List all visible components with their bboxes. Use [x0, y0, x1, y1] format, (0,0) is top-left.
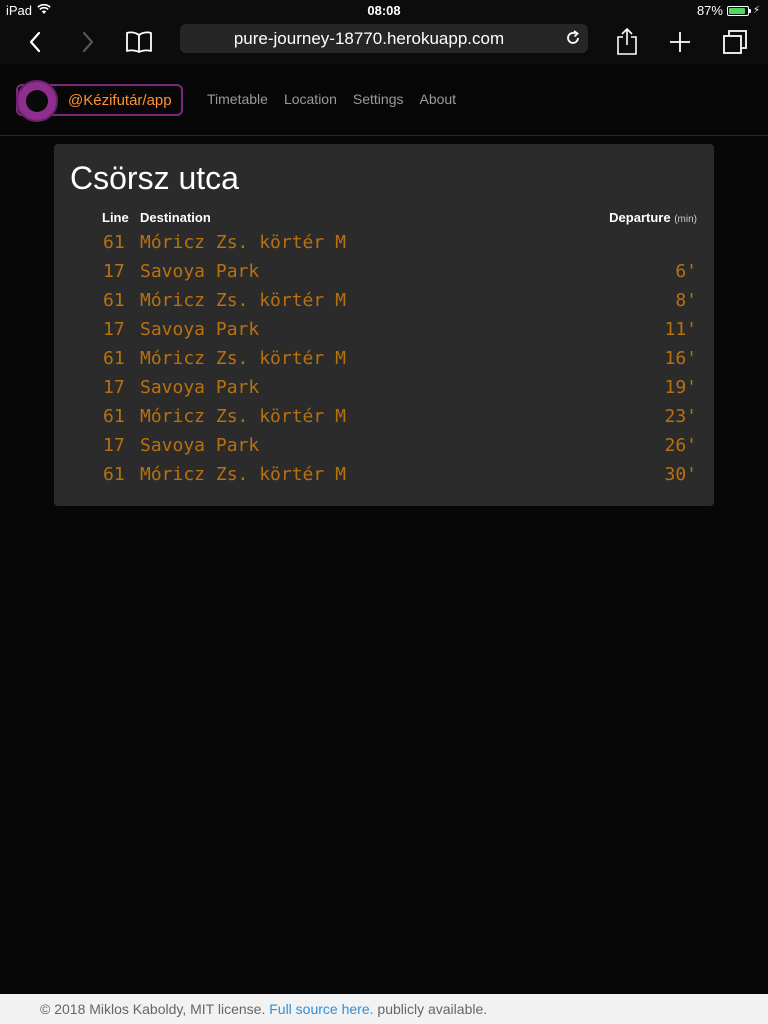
destination: Savoya Park [140, 261, 260, 282]
table-row: 17 Savoya Park 26' [54, 432, 714, 461]
line-number: 61 [103, 348, 125, 369]
table-row: 17 Savoya Park 6' [54, 258, 714, 287]
header-line: Line [102, 210, 129, 225]
clock: 08:08 [367, 3, 401, 18]
new-tab-icon[interactable] [662, 24, 698, 60]
line-number: 61 [103, 290, 125, 311]
departure-list: 61 Móricz Zs. körtér M 17 Savoya Park 6' 61… [54, 229, 714, 490]
status-right: 87% ⚡ [697, 3, 760, 18]
tabs-icon[interactable] [717, 24, 753, 60]
bookmarks-icon[interactable] [121, 24, 157, 60]
url-text: pure-journey-18770.herokuapp.com [233, 29, 505, 48]
destination: Móricz Zs. körtér M [140, 290, 346, 311]
minutes: 16' [664, 348, 697, 369]
page-footer: © 2018 Miklos Kaboldy, MIT license. Full… [0, 994, 768, 1024]
minutes: 23' [664, 406, 697, 427]
reload-icon[interactable] [564, 29, 582, 47]
status-bar: iPad 08:08 87% ⚡ [0, 0, 768, 20]
nav-location[interactable]: Location [284, 91, 337, 107]
table-header: Line Destination Departure (min) [54, 210, 714, 228]
header-unit: (min) [674, 214, 697, 225]
line-number: 17 [103, 319, 125, 340]
browser-toolbar: pure-journey-18770.herokuapp.com [0, 20, 768, 64]
table-row: 61 Móricz Zs. körtér M 23' [54, 403, 714, 432]
nav-timetable[interactable]: Timetable [207, 91, 268, 107]
header-destination: Destination [140, 210, 211, 225]
header-departure: Departure (min) [609, 210, 697, 225]
source-link[interactable]: Full source here. [269, 1001, 373, 1017]
brand-label: @Kézifutár/app [68, 92, 172, 109]
destination: Móricz Zs. körtér M [140, 406, 346, 427]
line-number: 17 [103, 435, 125, 456]
footer-text: © 2018 Miklos Kaboldy, MIT license. Full… [40, 1001, 487, 1017]
logo-icon [16, 80, 58, 122]
battery-icon [726, 5, 751, 16]
line-number: 61 [103, 406, 125, 427]
line-number: 17 [103, 377, 125, 398]
table-row: 61 Móricz Zs. körtér M 30' [54, 461, 714, 490]
app-navbar: @Kézifutár/app Timetable Location Settin… [0, 64, 768, 136]
minutes: 6' [675, 261, 697, 282]
stop-title: Csörsz utca [70, 160, 239, 196]
copyright: © 2018 Miklos Kaboldy, MIT license. [40, 1001, 266, 1017]
table-row: 61 Móricz Zs. körtér M 8' [54, 287, 714, 316]
header-departure-label: Departure [609, 210, 671, 225]
minutes: 30' [664, 464, 697, 485]
footer-suffix: publicly available. [377, 1001, 488, 1017]
table-row: 61 Móricz Zs. körtér M 16' [54, 345, 714, 374]
destination: Móricz Zs. körtér M [140, 464, 346, 485]
destination: Móricz Zs. körtér M [140, 348, 346, 369]
address-bar[interactable]: pure-journey-18770.herokuapp.com [180, 24, 588, 53]
line-number: 61 [103, 464, 125, 485]
minutes: 19' [664, 377, 697, 398]
line-number: 61 [103, 232, 125, 253]
share-icon[interactable] [609, 24, 645, 60]
minutes: 8' [675, 290, 697, 311]
minutes: 26' [664, 435, 697, 456]
nav-links: Timetable Location Settings About [207, 91, 456, 107]
line-number: 17 [103, 261, 125, 282]
destination: Savoya Park [140, 435, 260, 456]
forward-icon[interactable] [70, 24, 106, 60]
table-row: 17 Savoya Park 11' [54, 316, 714, 345]
nav-settings[interactable]: Settings [353, 91, 404, 107]
timetable-panel: Csörsz utca Line Destination Departure (… [54, 144, 714, 506]
destination: Savoya Park [140, 319, 260, 340]
table-row: 61 Móricz Zs. körtér M [54, 229, 714, 258]
minutes: 11' [664, 319, 697, 340]
table-row: 17 Savoya Park 19' [54, 374, 714, 403]
nav-about[interactable]: About [419, 91, 456, 107]
back-icon[interactable] [17, 24, 53, 60]
destination: Móricz Zs. körtér M [140, 232, 346, 253]
destination: Savoya Park [140, 377, 260, 398]
battery-percent: 87% [696, 3, 723, 18]
charging-icon: ⚡ [752, 5, 760, 16]
brand-logo[interactable]: @Kézifutár/app [16, 80, 183, 122]
